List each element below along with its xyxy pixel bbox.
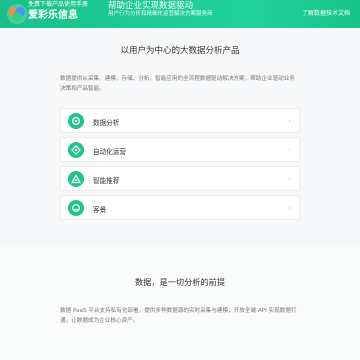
automation-icon xyxy=(68,142,84,158)
chevron-right-icon: › xyxy=(288,175,291,183)
product-card-list: 数据分析 › 自动化运营 › 智能推荐 › 客景 › xyxy=(60,108,300,224)
hero-title: 以用户为中心的大数据分析产品 xyxy=(120,46,240,56)
brand-logo-icon xyxy=(7,4,27,24)
product-card-customer-scene[interactable]: 客景 › xyxy=(60,195,300,220)
product-card-recommend[interactable]: 智能推荐 › xyxy=(60,166,300,191)
product-card-label: 自动化运营 xyxy=(93,148,126,156)
analytics-icon xyxy=(68,113,84,129)
customer-scene-icon xyxy=(68,200,84,216)
chevron-right-icon: › xyxy=(288,204,291,212)
foundation-title: 数据，是一切分析的前提 xyxy=(134,277,226,287)
banner-slogan: 帮助企业实现数据驱动 用户行为分析和精细化运营解决方案服务商 xyxy=(108,1,213,18)
docs-link[interactable]: 了解数据技术文档 xyxy=(302,8,350,17)
brand-name: 爱彩乐信息 xyxy=(28,10,78,21)
slogan-main: 帮助企业实现数据驱动 xyxy=(108,1,194,11)
product-card-data-analysis[interactable]: 数据分析 › xyxy=(60,108,300,133)
foundation-description: 数据 PaaS 平台支持私有化部署，提供多种数据源的实时采集与建模，开放全端 A… xyxy=(60,308,297,324)
hero-description: 数据提供从采集、建模、存储、分析、智能应用的全流程数据驱动解决方案，帮助企业驱动… xyxy=(60,76,295,92)
recommend-icon xyxy=(68,171,84,187)
foundation-section xyxy=(0,246,360,360)
chevron-right-icon: › xyxy=(288,146,291,154)
product-card-label: 客景 xyxy=(93,206,107,214)
slogan-sub: 用户行为分析和精细化运营解决方案服务商 xyxy=(108,11,213,17)
chevron-right-icon: › xyxy=(288,117,291,125)
product-card-automation[interactable]: 自动化运营 › xyxy=(60,137,300,162)
top-banner: 免费下载产品使用手册 爱彩乐信息 帮助企业实现数据驱动 用户行为分析和精细化运营… xyxy=(0,0,360,28)
product-card-label: 数据分析 xyxy=(93,119,120,127)
product-card-label: 智能推荐 xyxy=(93,177,120,185)
brand-small-text: 免费下载产品使用手册 xyxy=(28,1,89,8)
brand: 免费下载产品使用手册 爱彩乐信息 xyxy=(28,1,88,21)
